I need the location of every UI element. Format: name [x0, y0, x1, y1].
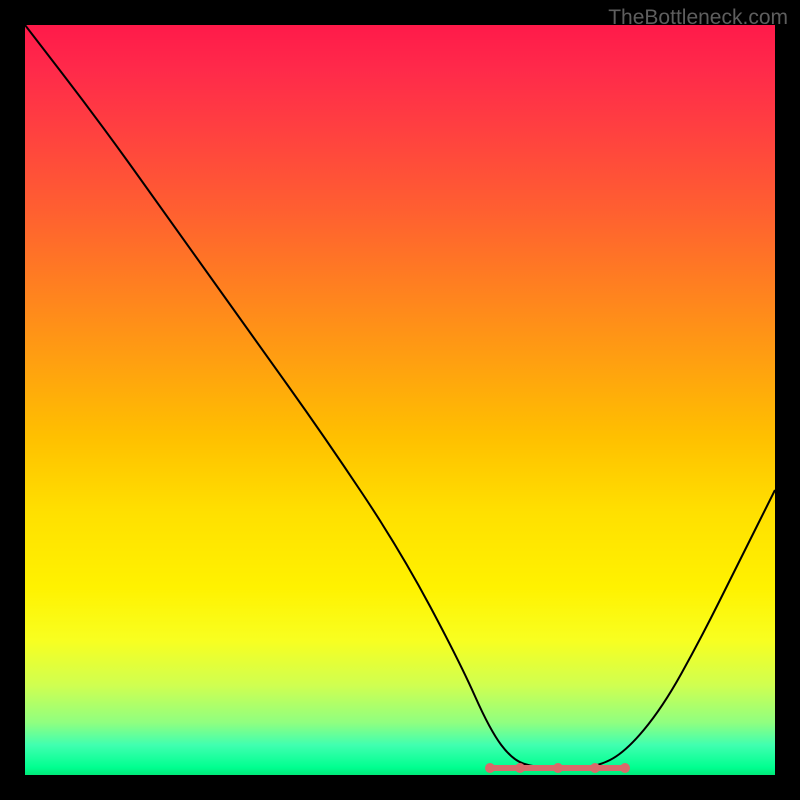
optimal-zone-marker [485, 763, 495, 773]
optimal-zone-marker [553, 763, 563, 773]
chart-plot-area [25, 25, 775, 775]
optimal-zone-marker [590, 763, 600, 773]
bottleneck-curve-path [25, 25, 775, 768]
optimal-zone-marker [620, 763, 630, 773]
watermark-text: TheBottleneck.com [608, 6, 788, 30]
optimal-zone-marker [515, 763, 525, 773]
chart-curve-svg [25, 25, 775, 775]
